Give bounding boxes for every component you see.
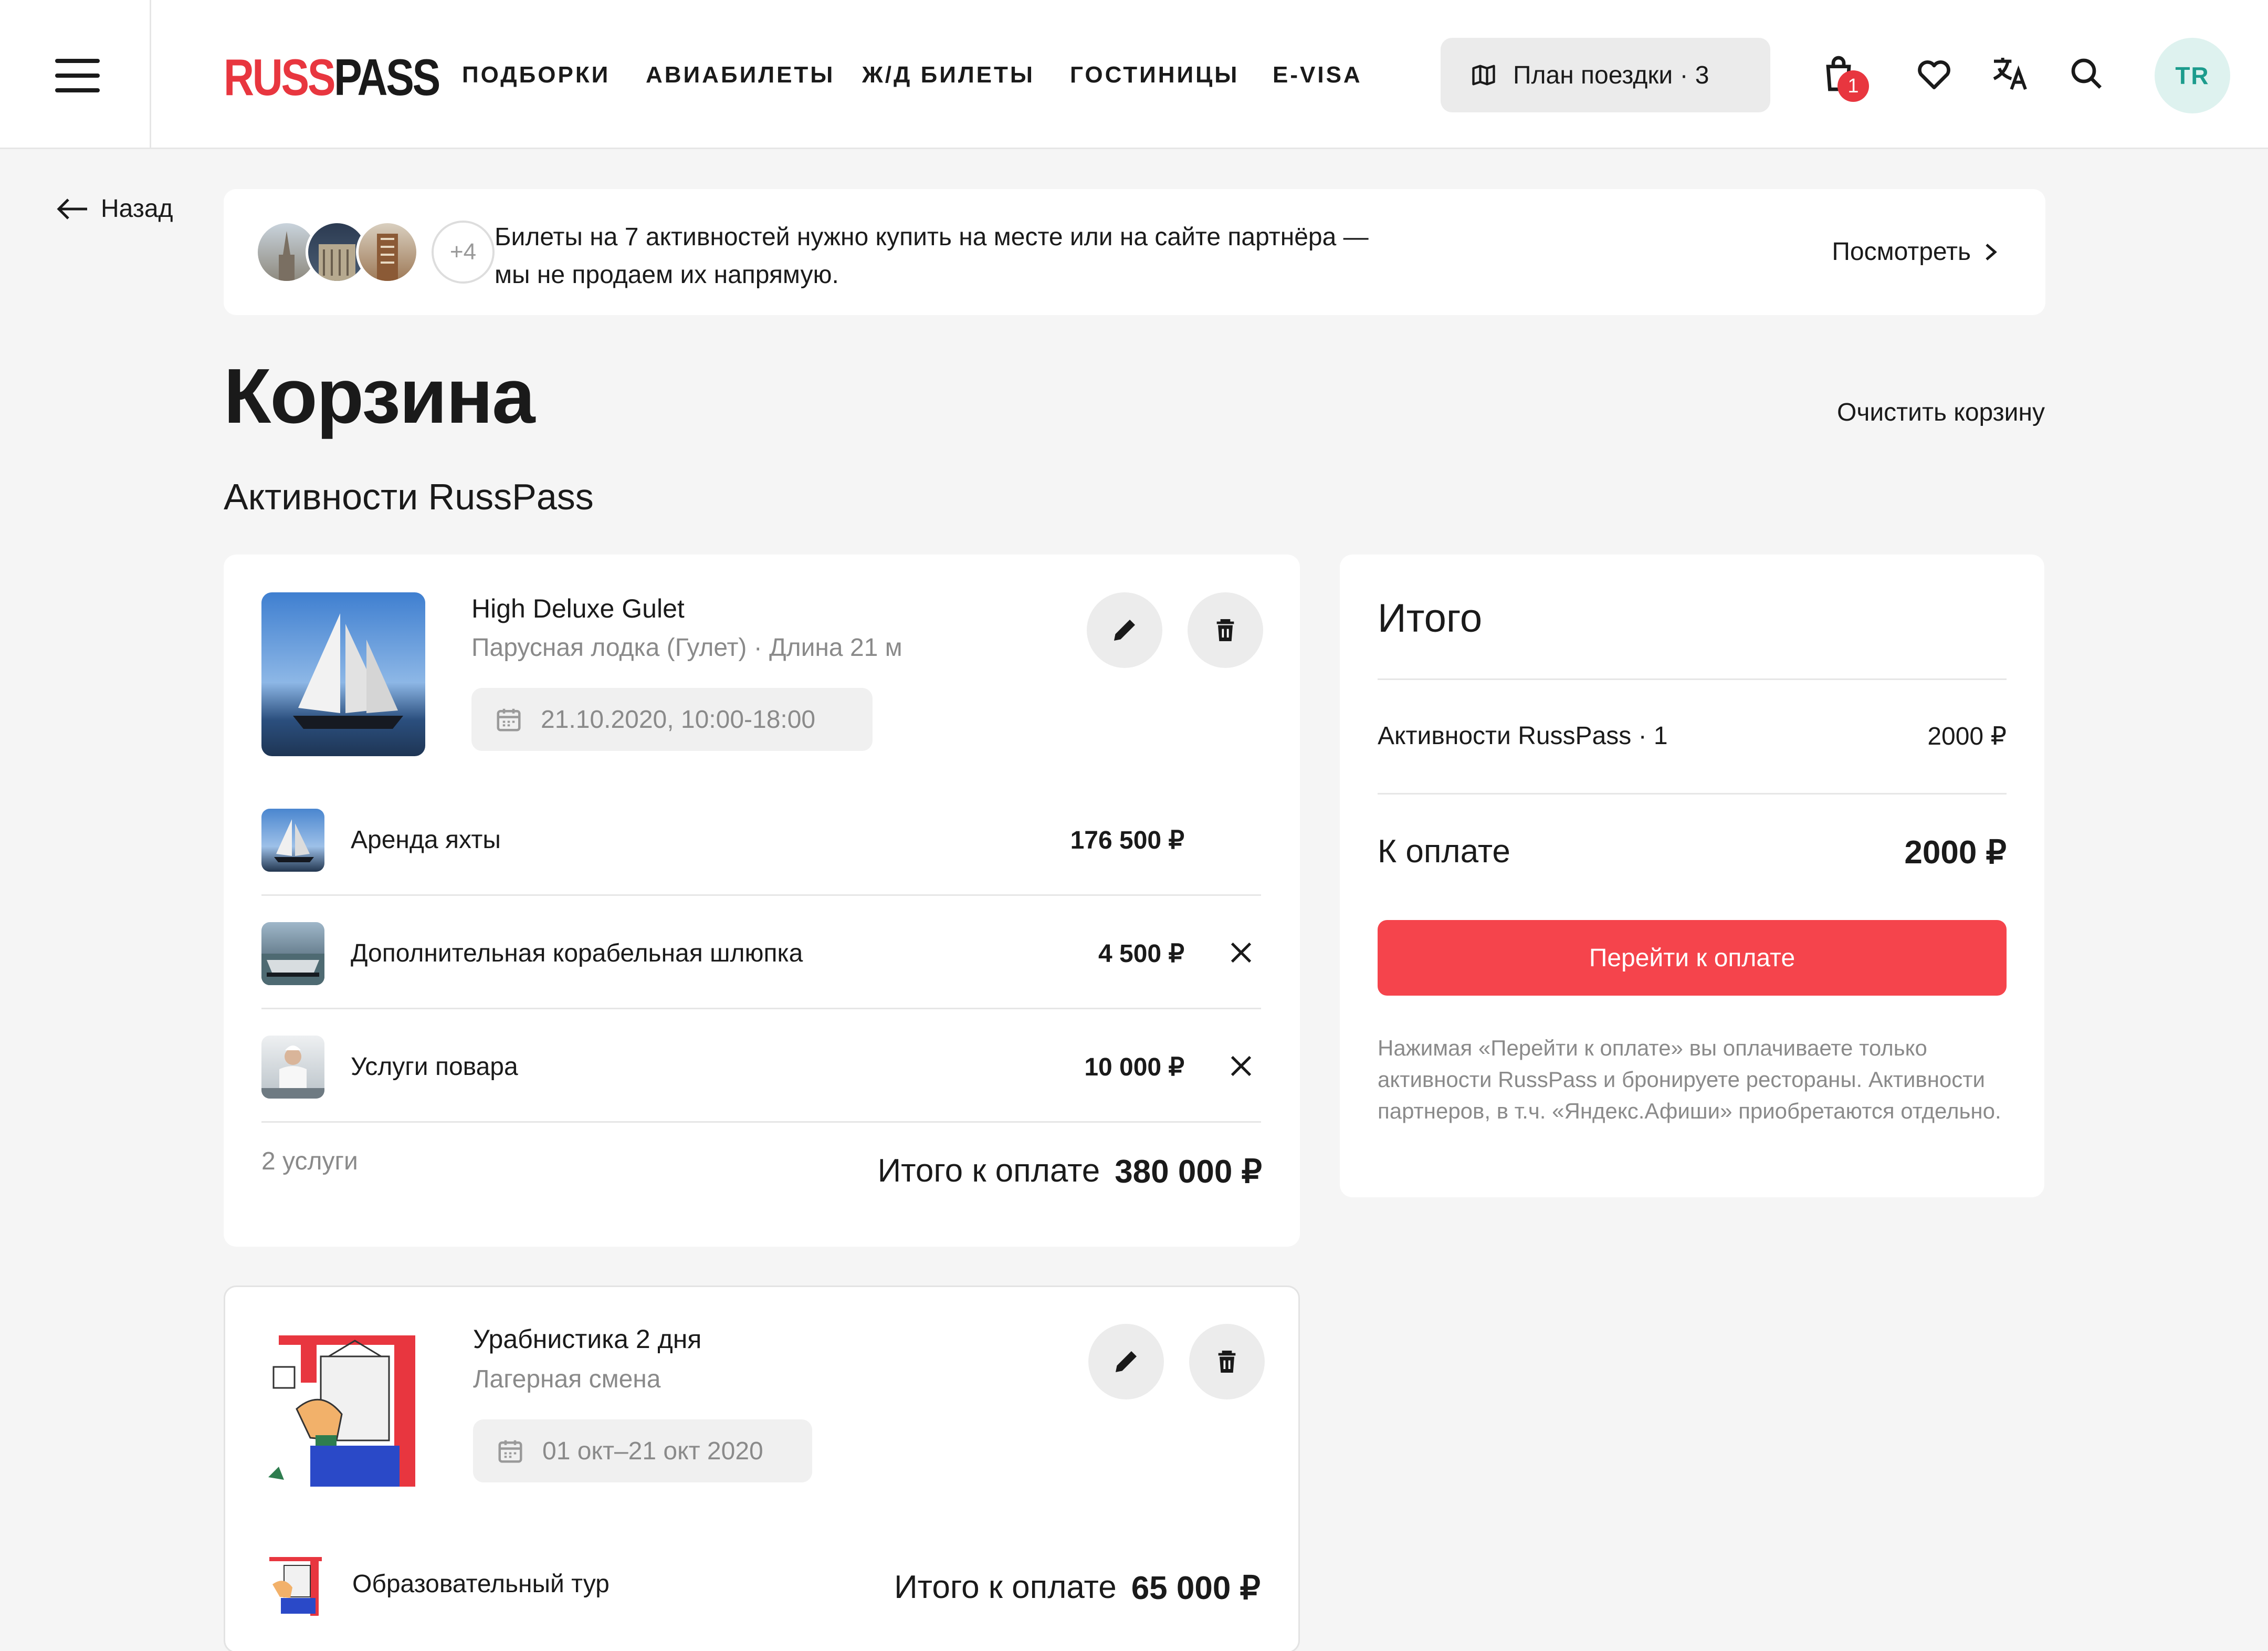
service-row: Услуги повара 10 000 ₽ bbox=[261, 1009, 1261, 1123]
urbanistika-image bbox=[263, 1325, 427, 1489]
amount-due-value: 2000 ₽ bbox=[1904, 834, 2007, 871]
service-price: 176 500 ₽ bbox=[1070, 827, 1184, 854]
partner-notice-banner: +4 Билеты на 7 активностей нужно купить … bbox=[224, 189, 2045, 315]
service-thumb bbox=[261, 809, 324, 872]
section-title: Активности RussPass bbox=[224, 476, 594, 517]
activity-card-gulet: High Deluxe Gulet Парусная лодка (Гулет)… bbox=[224, 555, 1300, 1247]
user-avatar[interactable]: TR bbox=[2155, 38, 2230, 113]
trip-plan-button[interactable]: План поездки · 3 bbox=[1441, 38, 1770, 112]
services-count: 2 услуги bbox=[261, 1147, 358, 1175]
back-button[interactable]: Назад bbox=[56, 194, 173, 223]
nav-hotels[interactable]: ГОСТИНИЦЫ bbox=[1070, 62, 1239, 88]
activity-total-value: 65 000 ₽ bbox=[1131, 1570, 1261, 1606]
order-summary: Итого Активности RussPass · 1 2000 ₽ К о… bbox=[1340, 555, 2044, 1197]
activity-total: Итого к оплате 380 000 ₽ bbox=[878, 1152, 1262, 1190]
checkout-note: Нажимая «Перейти к оплате» вы оплачивает… bbox=[1378, 1036, 2001, 1123]
edit-button[interactable] bbox=[1088, 1324, 1164, 1399]
trip-plan-label: План поездки · 3 bbox=[1513, 61, 1709, 89]
activity-avatars: +4 bbox=[255, 221, 495, 284]
russpass-logo[interactable]: RUSSPASS bbox=[224, 51, 440, 103]
clear-cart-button[interactable]: Очистить корзину bbox=[1837, 398, 2045, 427]
activity-total-label: Итого к оплате bbox=[894, 1569, 1117, 1605]
divider bbox=[1378, 793, 2007, 795]
delete-button[interactable] bbox=[1189, 1324, 1265, 1399]
service-name: Образовательный тур bbox=[352, 1570, 610, 1598]
service-name: Аренда яхты bbox=[351, 826, 501, 854]
service-thumb bbox=[261, 1036, 324, 1099]
page-title: Корзина bbox=[224, 353, 535, 440]
chevron-right-icon bbox=[1986, 243, 1997, 260]
activity-card-urbanistika: Урабнистика 2 дня Лагерная смена 01 окт–… bbox=[224, 1286, 1300, 1651]
activity-date: 21.10.2020, 10:00-18:00 bbox=[471, 688, 873, 751]
checkout-button[interactable]: Перейти к оплате bbox=[1378, 920, 2007, 996]
summary-row-value: 2000 ₽ bbox=[1927, 723, 2007, 750]
nav-podborki[interactable]: ПОДБОРКИ bbox=[462, 62, 610, 88]
activity-date: 01 окт–21 окт 2020 bbox=[473, 1419, 812, 1482]
translate-icon[interactable] bbox=[1989, 53, 2031, 95]
activity-title[interactable]: Урабнистика 2 дня bbox=[473, 1324, 701, 1354]
service-row: Дополнительная корабельная шлюпка 4 500 … bbox=[261, 896, 1261, 1009]
arrow-left-icon bbox=[57, 198, 87, 220]
service-price: 4 500 ₽ bbox=[1098, 940, 1184, 968]
divider bbox=[1378, 678, 2007, 680]
remove-service-icon[interactable] bbox=[1227, 1052, 1255, 1080]
amount-due: К оплате 2000 ₽ bbox=[1378, 833, 2007, 871]
gulet-image bbox=[261, 592, 425, 756]
activity-total-value: 380 000 ₽ bbox=[1115, 1154, 1262, 1190]
cart-count-badge: 1 bbox=[1838, 70, 1869, 102]
activity-subtitle: Парусная лодка (Гулет) · Длина 21 м bbox=[471, 634, 902, 662]
top-header: RUSSPASS ПОДБОРКИ АВИАБИЛЕТЫ Ж/Д БИЛЕТЫ … bbox=[0, 0, 2268, 149]
heart-icon[interactable] bbox=[1913, 53, 1955, 95]
activity-subtitle: Лагерная смена bbox=[473, 1365, 661, 1393]
nav-avia[interactable]: АВИАБИЛЕТЫ bbox=[646, 62, 835, 88]
edit-button[interactable] bbox=[1087, 592, 1162, 668]
activity-total-label: Итого к оплате bbox=[877, 1153, 1100, 1189]
remove-service-icon[interactable] bbox=[1227, 939, 1255, 966]
summary-title: Итого bbox=[1378, 596, 1483, 641]
nav-evisa[interactable]: E-VISA bbox=[1273, 62, 1362, 88]
amount-due-label: К оплате bbox=[1378, 833, 1510, 870]
map-icon bbox=[1472, 65, 1495, 86]
view-partner-activities-link[interactable]: Посмотреть bbox=[1832, 237, 1998, 266]
summary-row-label: Активности RussPass · 1 bbox=[1378, 722, 1668, 750]
service-thumb bbox=[263, 1553, 326, 1616]
calendar-icon bbox=[497, 708, 521, 732]
menu-button[interactable] bbox=[0, 0, 151, 149]
search-icon[interactable] bbox=[2065, 53, 2107, 95]
notice-text: Билеты на 7 активностей нужно купить на … bbox=[495, 223, 1369, 289]
service-name: Услуги повара bbox=[351, 1053, 518, 1081]
back-label: Назад bbox=[101, 195, 173, 223]
activity-title[interactable]: High Deluxe Gulet bbox=[471, 593, 685, 624]
trash-icon bbox=[1218, 1351, 1236, 1373]
service-name: Дополнительная корабельная шлюпка bbox=[351, 939, 803, 967]
calendar-icon bbox=[498, 1440, 522, 1463]
more-activities-count: +4 bbox=[432, 221, 495, 284]
delete-button[interactable] bbox=[1188, 592, 1263, 668]
pencil-icon bbox=[1116, 1351, 1137, 1372]
nav-train[interactable]: Ж/Д БИЛЕТЫ bbox=[862, 62, 1035, 88]
activity-total: Итого к оплате 65 000 ₽ bbox=[894, 1569, 1261, 1607]
trash-icon bbox=[1216, 619, 1234, 641]
activity-thumb-3 bbox=[356, 221, 419, 284]
service-price: 10 000 ₽ bbox=[1084, 1053, 1184, 1081]
pencil-icon bbox=[1114, 620, 1135, 641]
summary-row: Активности RussPass · 1 2000 ₽ bbox=[1378, 722, 2007, 751]
service-row: Аренда яхты 176 500 ₽ bbox=[261, 782, 1261, 896]
service-thumb bbox=[261, 922, 324, 985]
